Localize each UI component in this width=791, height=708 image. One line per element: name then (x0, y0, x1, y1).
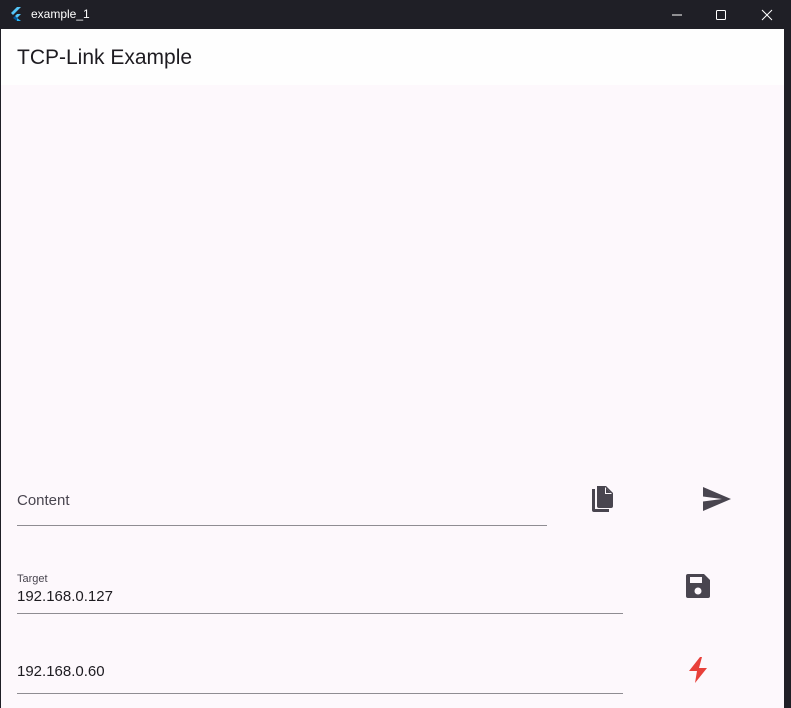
content-input-label: Content (17, 492, 70, 509)
copy-icon (589, 484, 617, 514)
target-input-value: 192.168.0.127 (17, 588, 113, 605)
minimize-button[interactable] (654, 0, 700, 29)
window-border (784, 29, 791, 708)
window-title: example_1 (31, 7, 90, 21)
copy-button[interactable] (583, 479, 623, 519)
save-icon (685, 573, 711, 599)
target-input-label: Target (17, 573, 48, 585)
close-icon (761, 9, 773, 21)
message-list[interactable] (1, 85, 784, 475)
connect-button[interactable] (678, 650, 718, 690)
minimize-icon (671, 9, 683, 21)
send-button[interactable] (697, 479, 737, 519)
local-address-input[interactable]: 192.168.0.60 (17, 649, 623, 694)
send-icon (702, 486, 732, 512)
window-titlebar[interactable]: example_1 (0, 0, 791, 29)
target-input[interactable]: Target 192.168.0.127 (17, 567, 623, 614)
maximize-icon (715, 9, 727, 21)
maximize-button[interactable] (698, 0, 744, 29)
app-body: TCP-Link Example Content Target 192.168.… (1, 29, 784, 708)
content-input[interactable]: Content (17, 475, 547, 526)
app-bar: TCP-Link Example (1, 29, 784, 85)
local-address-value: 192.168.0.60 (17, 663, 105, 680)
bolt-icon (686, 656, 710, 684)
page-title: TCP-Link Example (17, 46, 193, 69)
app-window: example_1 TCP-Link Example Content Targe… (0, 0, 791, 708)
flutter-logo-icon (8, 6, 24, 22)
save-button[interactable] (678, 566, 718, 606)
close-button[interactable] (744, 0, 790, 29)
